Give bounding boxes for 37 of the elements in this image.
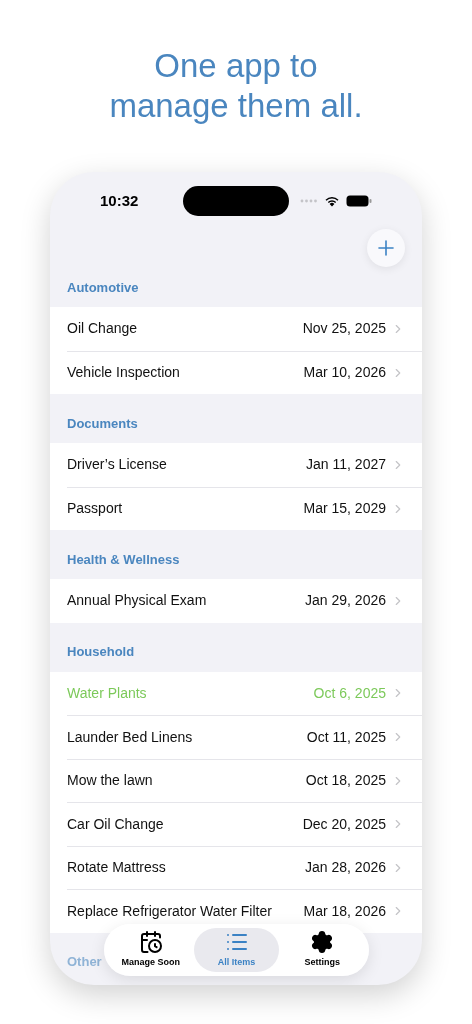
item-name: Driver’s License (67, 455, 167, 475)
item-name: Launder Bed Linens (67, 727, 193, 747)
item-date: Oct 18, 2025 (305, 771, 386, 791)
headline: manage them all. (109, 86, 363, 126)
item-date: Dec 20, 2025 (302, 814, 386, 834)
battery-icon (346, 195, 372, 207)
item-date: Jan 11, 2027 (306, 455, 386, 475)
tab[interactable]: Manage Soon (108, 928, 194, 972)
section-header: Documents (67, 414, 138, 433)
item-name: Replace Refrigerator Water Filter (67, 901, 272, 921)
item-date: Mar 10, 2026 (303, 363, 386, 383)
tab[interactable]: Settings (279, 928, 365, 972)
headline: One app to (154, 46, 318, 86)
item-name: Mow the lawn (67, 771, 153, 791)
item-date: Mar 15, 2029 (303, 499, 386, 519)
item-name: Vehicle Inspection (67, 363, 180, 383)
item-name: Rotate Mattress (67, 858, 166, 878)
section-header: Health & Wellness (67, 550, 180, 569)
section-header: Automotive (67, 278, 139, 297)
item-date: Oct 11, 2025 (306, 727, 386, 747)
item-name: Annual Physical Exam (67, 591, 207, 611)
add-button[interactable] (367, 229, 405, 267)
item-date: Jan 28, 2026 (305, 858, 386, 878)
status-time: 10:32 (100, 190, 139, 211)
wifi-icon (324, 195, 340, 207)
section-header: Household (67, 643, 135, 661)
item-name: Car Oil Change (67, 814, 164, 834)
item-name: Oil Change (67, 319, 138, 339)
calendar-clock-icon (138, 930, 163, 955)
section-header: Other (67, 953, 102, 971)
item-date: Mar 18, 2026 (303, 901, 386, 921)
item-name: Water Plants (67, 683, 147, 703)
item-date: Nov 25, 2025 (302, 319, 386, 339)
item-date: Oct 6, 2025 (313, 683, 386, 703)
item-name: Passport (67, 499, 123, 519)
item-date: Jan 29, 2026 (305, 591, 386, 611)
signal-icon (300, 199, 318, 203)
